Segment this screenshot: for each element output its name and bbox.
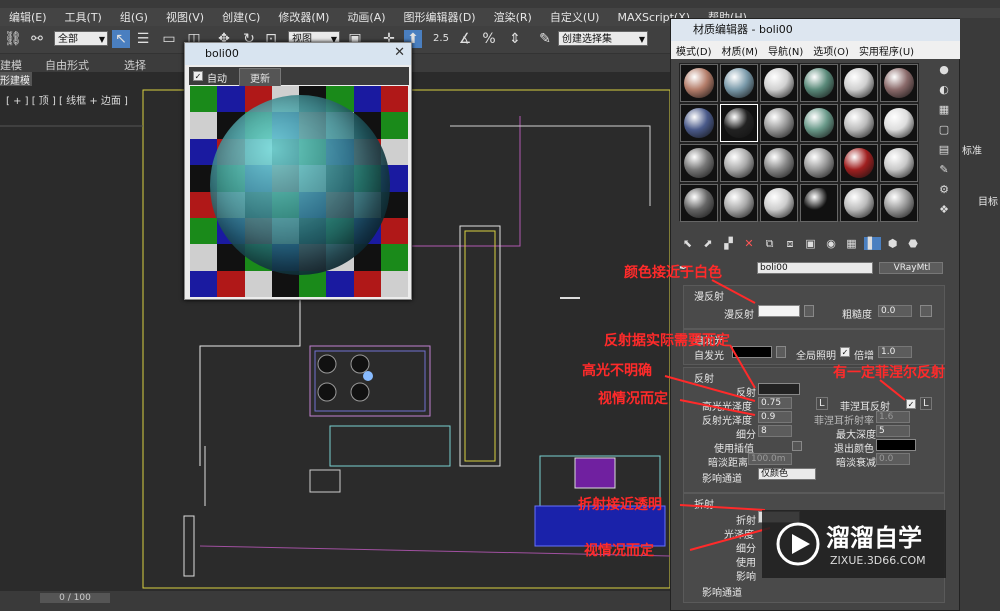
watermark-url: ZIXUE.3D66.COM (830, 554, 926, 567)
watermark-brand: 溜溜自学 (826, 524, 922, 552)
play-logo-icon (776, 522, 820, 566)
watermark-logo: 溜溜自学 ZIXUE.3D66.COM (762, 510, 946, 578)
